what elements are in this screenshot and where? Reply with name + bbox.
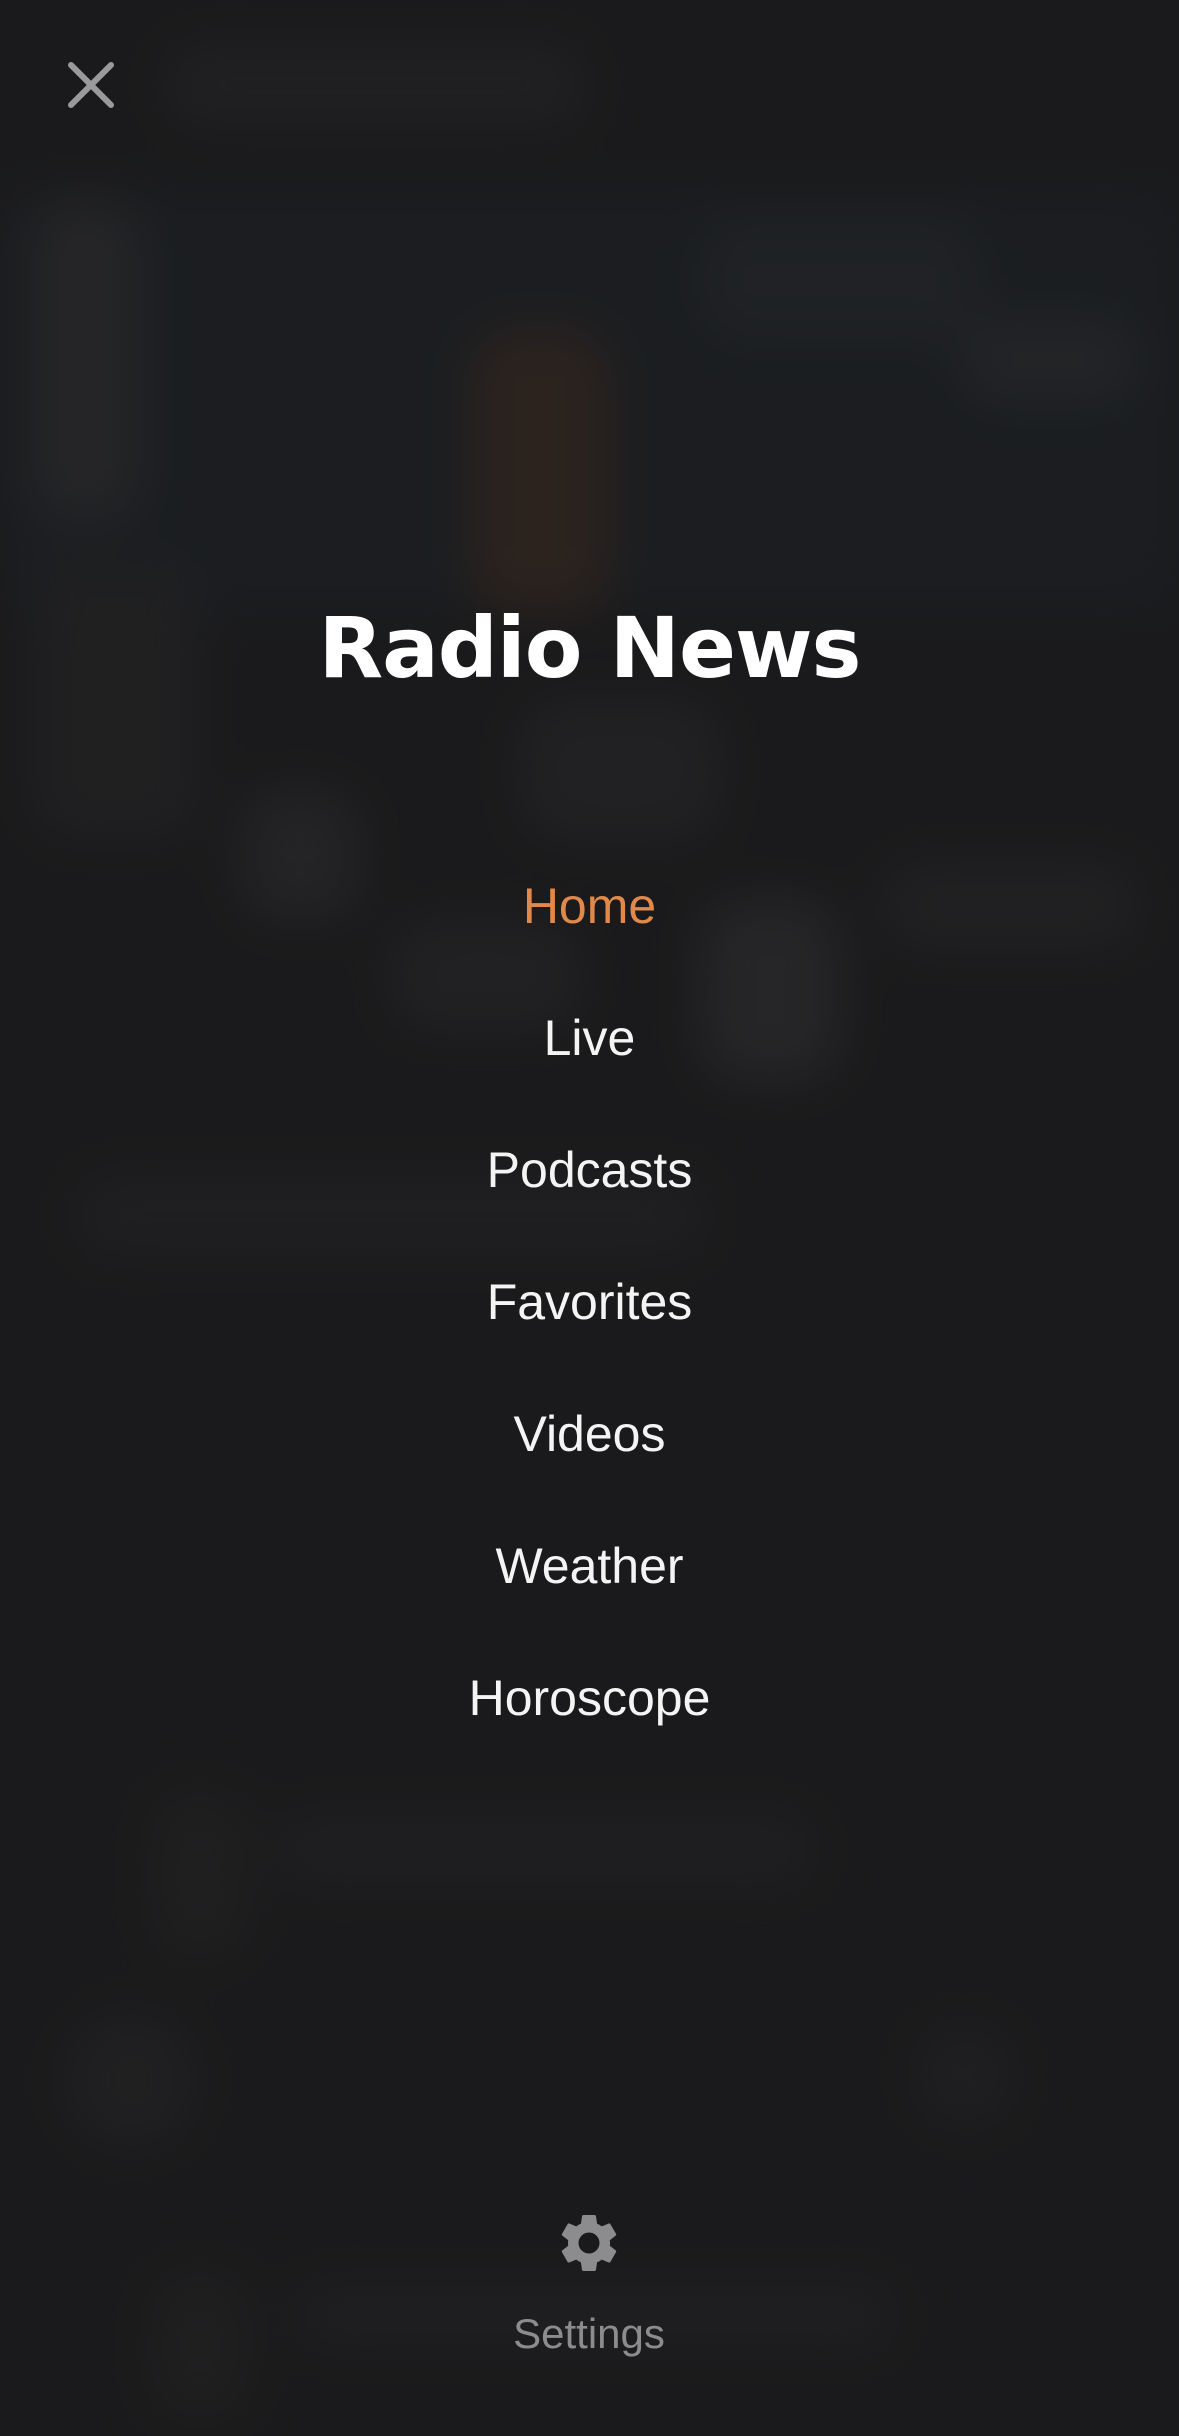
- navigation-menu: Radio News Home Live Podcasts Favorites …: [0, 0, 1179, 2436]
- gear-icon: [561, 2215, 617, 2271]
- nav-list: Home Live Podcasts Favorites Videos Weat…: [0, 840, 1179, 1764]
- nav-item-weather[interactable]: Weather: [0, 1500, 1179, 1632]
- settings-button[interactable]: Settings: [439, 2188, 739, 2378]
- nav-item-home[interactable]: Home: [0, 840, 1179, 972]
- close-icon: [68, 62, 114, 108]
- nav-item-podcasts[interactable]: Podcasts: [0, 1104, 1179, 1236]
- nav-item-live[interactable]: Live: [0, 972, 1179, 1104]
- app-title: Radio News: [318, 599, 861, 697]
- settings-label: Settings: [513, 2310, 665, 2357]
- close-menu-button[interactable]: [56, 50, 126, 120]
- nav-item-videos[interactable]: Videos: [0, 1368, 1179, 1500]
- nav-item-favorites[interactable]: Favorites: [0, 1236, 1179, 1368]
- nav-item-horoscope[interactable]: Horoscope: [0, 1632, 1179, 1764]
